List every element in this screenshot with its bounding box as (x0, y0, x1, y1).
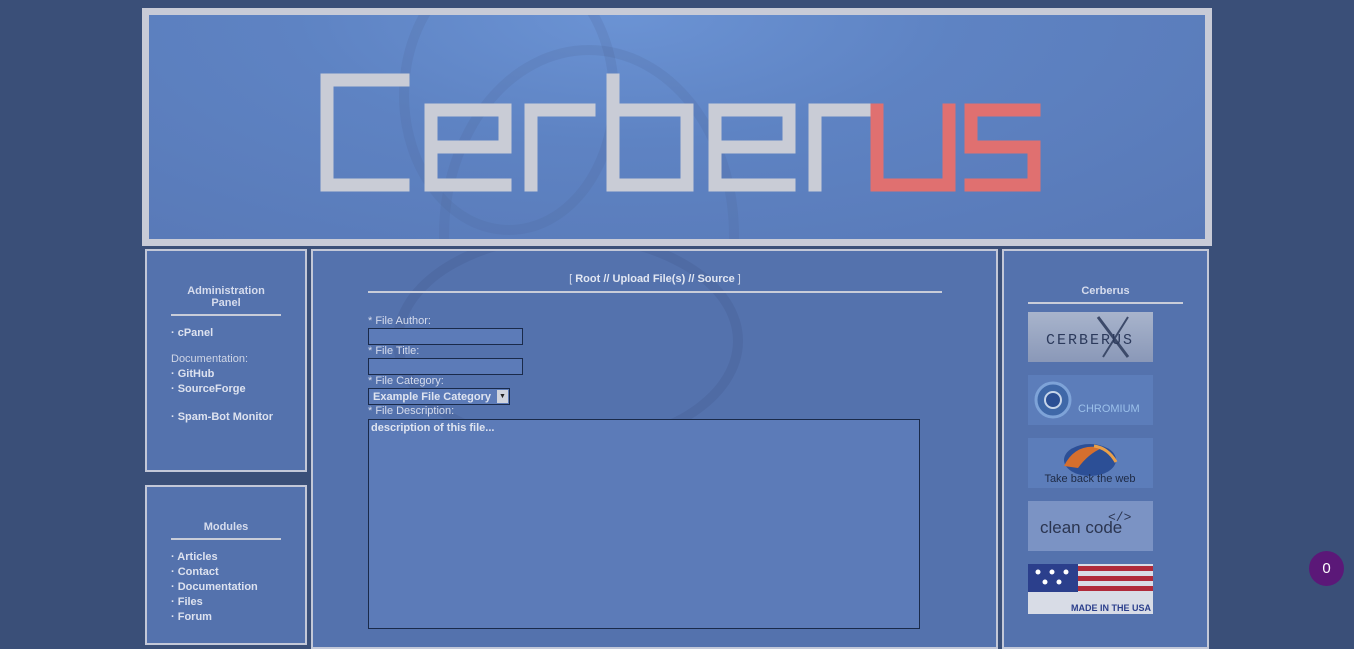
header-banner (142, 8, 1212, 246)
made-in-usa-badge[interactable]: MADE IN THE USA (1028, 564, 1153, 614)
module-files[interactable]: · Files (171, 595, 281, 610)
svg-text:</>: </> (1108, 510, 1132, 525)
module-documentation[interactable]: · Documentation (171, 580, 281, 595)
file-title-input[interactable] (368, 358, 523, 375)
main-content: [ Root // Upload File(s) // Source ] * F… (311, 249, 998, 649)
breadcrumb: [ Root // Upload File(s) // Source ] (368, 273, 942, 293)
cerberus-badge[interactable]: CERBERUS (1028, 312, 1153, 362)
chromium-badge-text: CHROMIUM (1078, 403, 1140, 415)
file-description-label: * File Description: (368, 405, 455, 417)
right-sidebar-title: Cerberus (1028, 285, 1183, 304)
module-contact[interactable]: · Contact (171, 565, 281, 580)
cpanel-link[interactable]: · cPanel (171, 326, 281, 341)
firefox-badge-text: Take back the web (1044, 473, 1135, 485)
file-description-textarea[interactable]: description of this file... (368, 419, 920, 629)
right-sidebar: Cerberus CERBERUS CHROMIUM Take back the… (1002, 249, 1209, 649)
banner-background (149, 15, 1205, 239)
clean-code-badge[interactable]: clean code </> (1028, 501, 1153, 551)
file-author-label: * File Author: (368, 315, 431, 327)
module-articles[interactable]: · Articles (171, 550, 281, 565)
modules-panel: Modules · Articles · Contact · Documenta… (145, 485, 307, 645)
chromium-badge[interactable]: CHROMIUM (1028, 375, 1153, 425)
modules-title: Modules (171, 521, 281, 540)
firefox-badge[interactable]: Take back the web (1028, 438, 1153, 488)
sourceforge-link[interactable]: · SourceForge (171, 382, 281, 397)
file-category-value: Example File Category (373, 391, 491, 403)
file-category-label: * File Category: (368, 375, 444, 387)
spambot-monitor-link[interactable]: · Spam-Bot Monitor (171, 410, 281, 425)
file-author-input[interactable] (368, 328, 523, 345)
cerberus-badge-text: CERBERUS (1046, 332, 1134, 349)
documentation-label: Documentation: (171, 353, 249, 365)
breadcrumb-path[interactable]: Root // Upload File(s) // Source (575, 273, 735, 285)
chat-count-button[interactable]: 0 (1309, 551, 1344, 586)
file-title-label: * File Title: (368, 345, 420, 357)
github-link[interactable]: · GitHub (171, 367, 281, 382)
cerberus-logo (320, 73, 1041, 192)
module-forum[interactable]: · Forum (171, 610, 281, 625)
admin-panel-title: Administration Panel (171, 285, 281, 316)
file-category-select[interactable]: Example File Category ▼ (368, 388, 510, 405)
admin-panel: Administration Panel · cPanel Documentat… (145, 249, 307, 472)
made-in-usa-badge-text: MADE IN THE USA (1071, 603, 1152, 613)
dropdown-arrow-icon[interactable]: ▼ (497, 390, 508, 403)
